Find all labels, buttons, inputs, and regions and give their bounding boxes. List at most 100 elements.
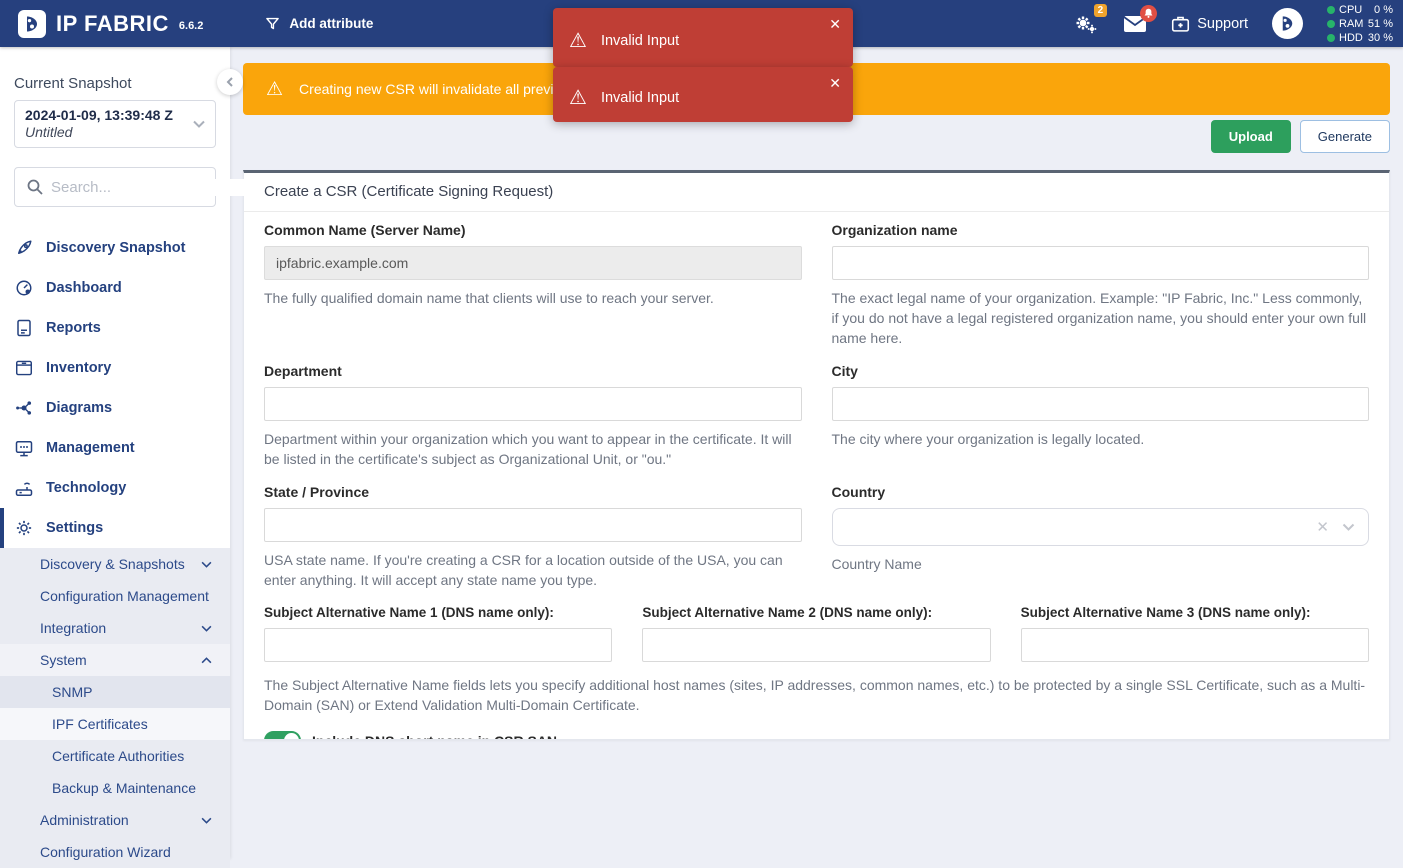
nav-label: Discovery Snapshot [46, 240, 185, 256]
country-select[interactable]: ✕ [832, 508, 1370, 546]
state-help: USA state name. If you're creating a CSR… [264, 550, 802, 590]
diagram-icon [14, 399, 33, 417]
submenu-backup-maintenance[interactable]: Backup & Maintenance [0, 772, 230, 804]
router-icon [14, 480, 33, 497]
toast-title: Invalid Input [601, 33, 679, 49]
department-input[interactable] [264, 387, 802, 421]
close-icon[interactable]: ✕ [829, 17, 841, 31]
current-snapshot-label: Current Snapshot [0, 47, 230, 100]
support-button[interactable]: Support [1171, 15, 1248, 33]
inventory-icon [14, 360, 33, 376]
action-buttons: Upload Generate [1211, 120, 1390, 153]
brand: IP FABRIC 6.6.2 [0, 10, 203, 38]
department-label: Department [264, 363, 802, 379]
nav-label: Technology [46, 480, 126, 496]
san1-input[interactable] [264, 628, 612, 662]
cpu-stat: CPU 0 % [1327, 4, 1393, 16]
country-field-group: Country ✕ Country Name [832, 484, 1370, 590]
sidebar-collapse-button[interactable] [217, 69, 243, 95]
chevron-down-icon [1342, 523, 1355, 531]
submenu-integration[interactable]: Integration [0, 612, 230, 644]
state-label: State / Province [264, 484, 802, 500]
chevron-down-icon [201, 625, 212, 632]
submenu-ipf-certificates[interactable]: IPF Certificates [0, 708, 230, 740]
department-field-group: Department Department within your organi… [264, 363, 802, 469]
report-icon [14, 319, 33, 337]
nav-label: Dashboard [46, 280, 122, 296]
ipfabric-logo-icon [18, 10, 46, 38]
organization-field-group: Organization name The exact legal name o… [832, 222, 1370, 348]
organization-label: Organization name [832, 222, 1370, 238]
user-avatar[interactable] [1272, 8, 1303, 39]
san1-field-group: Subject Alternative Name 1 (DNS name onl… [264, 605, 612, 662]
add-attribute-label: Add attribute [289, 16, 373, 31]
nav-label: Management [46, 440, 135, 456]
common-name-field-group: Common Name (Server Name) The fully qual… [264, 222, 802, 348]
close-icon[interactable]: ✕ [829, 76, 841, 90]
warning-triangle-icon: ⚠ [569, 31, 587, 51]
dns-short-name-toggle[interactable] [264, 731, 301, 740]
ram-stat: RAM 51 % [1327, 18, 1393, 30]
sidebar-item-diagrams[interactable]: Diagrams [0, 388, 230, 428]
common-name-input [264, 246, 802, 280]
sidebar-item-technology[interactable]: Technology [0, 468, 230, 508]
add-attribute-button[interactable]: Add attribute [265, 16, 373, 31]
san3-input[interactable] [1021, 628, 1369, 662]
system-settings-button[interactable]: 2 [1073, 13, 1099, 35]
san2-label: Subject Alternative Name 2 (DNS name onl… [642, 605, 990, 620]
organization-input[interactable] [832, 246, 1370, 280]
chevron-down-icon [201, 561, 212, 568]
settings-submenu: Discovery & Snapshots Configuration Mana… [0, 548, 230, 868]
san3-label: Subject Alternative Name 3 (DNS name onl… [1021, 605, 1369, 620]
nav-label: Inventory [46, 360, 111, 376]
monitor-icon [14, 440, 33, 457]
sidebar-search [14, 167, 216, 207]
ram-status-dot [1327, 20, 1335, 28]
snapshot-selector[interactable]: 2024-01-09, 13:39:48 Z Untitled [14, 100, 216, 148]
system-stats: CPU 0 % RAM 51 % HDD 30 % [1327, 4, 1393, 44]
toast-invalid-input-1: ⚠ Invalid Input ✕ [553, 8, 853, 67]
clear-icon[interactable]: ✕ [1316, 520, 1329, 535]
dns-short-name-label: Include DNS short name in CSR SAN [312, 733, 557, 741]
sidebar-item-reports[interactable]: Reports [0, 308, 230, 348]
banner-text: Creating new CSR will invalidate all pre… [299, 81, 586, 97]
submenu-administration[interactable]: Administration [0, 804, 230, 836]
upload-button[interactable]: Upload [1211, 120, 1291, 153]
sidebar-item-inventory[interactable]: Inventory [0, 348, 230, 388]
san-help-text: The Subject Alternative Name fields lets… [264, 675, 1369, 715]
submenu-discovery-snapshots[interactable]: Discovery & Snapshots [0, 548, 230, 580]
submenu-certificate-authorities[interactable]: Certificate Authorities [0, 740, 230, 772]
san3-field-group: Subject Alternative Name 3 (DNS name onl… [1021, 605, 1369, 662]
nav-label: Diagrams [46, 400, 112, 416]
search-input[interactable] [51, 179, 250, 196]
common-name-label: Common Name (Server Name) [264, 222, 802, 238]
department-help: Department within your organization whic… [264, 429, 802, 469]
notifications-button[interactable] [1123, 15, 1147, 33]
generate-button[interactable]: Generate [1300, 120, 1390, 153]
submenu-configuration-wizard[interactable]: Configuration Wizard [0, 836, 230, 868]
san2-field-group: Subject Alternative Name 2 (DNS name onl… [642, 605, 990, 662]
city-input[interactable] [832, 387, 1370, 421]
san1-label: Subject Alternative Name 1 (DNS name onl… [264, 605, 612, 620]
city-field-group: City The city where your organization is… [832, 363, 1370, 469]
hdd-stat: HDD 30 % [1327, 32, 1393, 44]
country-help: Country Name [832, 554, 1370, 574]
sidebar-item-settings[interactable]: Settings [0, 508, 230, 548]
sidebar-item-management[interactable]: Management [0, 428, 230, 468]
support-label: Support [1197, 16, 1248, 32]
dashboard-icon [14, 279, 33, 297]
submenu-configuration-management[interactable]: Configuration Management [0, 580, 230, 612]
sidebar-nav: Discovery Snapshot Dashboard Reports Inv… [0, 228, 230, 548]
snapshot-name: Untitled [25, 124, 193, 141]
state-input[interactable] [264, 508, 802, 542]
sidebar-item-discovery-snapshot[interactable]: Discovery Snapshot [0, 228, 230, 268]
san2-input[interactable] [642, 628, 990, 662]
dns-short-name-row: Include DNS short name in CSR SAN [264, 731, 1369, 740]
sidebar-item-dashboard[interactable]: Dashboard [0, 268, 230, 308]
nav-label: Reports [46, 320, 101, 336]
city-label: City [832, 363, 1370, 379]
gear-icon [14, 519, 33, 537]
submenu-system[interactable]: System [0, 644, 230, 676]
chevron-down-icon [193, 120, 205, 128]
submenu-snmp[interactable]: SNMP [0, 676, 230, 708]
